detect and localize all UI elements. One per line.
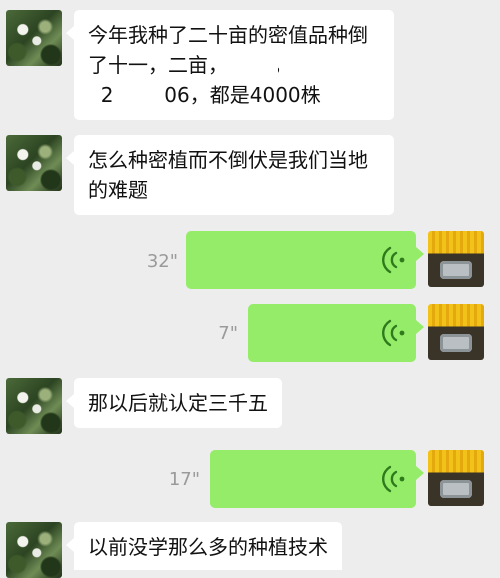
avatar[interactable] <box>6 522 62 578</box>
avatar[interactable] <box>6 378 62 434</box>
redaction-mask <box>248 46 278 82</box>
voice-wave-icon <box>382 246 405 274</box>
voice-message[interactable] <box>186 231 424 289</box>
avatar[interactable] <box>428 231 484 287</box>
voice-duration: 17" <box>168 469 200 490</box>
incoming-message[interactable]: 今年我种了二十亩的密值品种倒 了十一，二亩， 38， 2 06，都是4000株 <box>66 10 394 120</box>
message-text: 那以后就认定三千五 <box>88 391 268 415</box>
avatar[interactable] <box>6 10 62 66</box>
voice-duration: 7" <box>218 323 238 344</box>
voice-message[interactable] <box>248 304 424 362</box>
avatar[interactable] <box>428 304 484 360</box>
voice-wave-icon <box>382 319 405 347</box>
message-text: 今年我种了二十亩的密值品种倒 了十一，二亩， 38， 2 06，都是4000株 <box>88 23 368 107</box>
voice-message[interactable] <box>210 450 424 508</box>
voice-duration: 32" <box>146 251 178 272</box>
avatar[interactable] <box>6 135 62 191</box>
incoming-message[interactable]: 那以后就认定三千五 <box>66 378 282 428</box>
incoming-message[interactable]: 以前没学那么多的种植技术 <box>66 522 342 570</box>
avatar[interactable] <box>428 450 484 506</box>
message-text: 以前没学那么多的种植技术 <box>88 535 328 559</box>
message-text: 怎么种密植而不倒伏是我们当地 的难题 <box>88 148 368 202</box>
voice-wave-icon <box>382 465 405 493</box>
chat-window: 今年我种了二十亩的密值品种倒 了十一，二亩， 38， 2 06，都是4000株 … <box>0 0 500 578</box>
incoming-message[interactable]: 怎么种密植而不倒伏是我们当地 的难题 <box>66 135 394 215</box>
